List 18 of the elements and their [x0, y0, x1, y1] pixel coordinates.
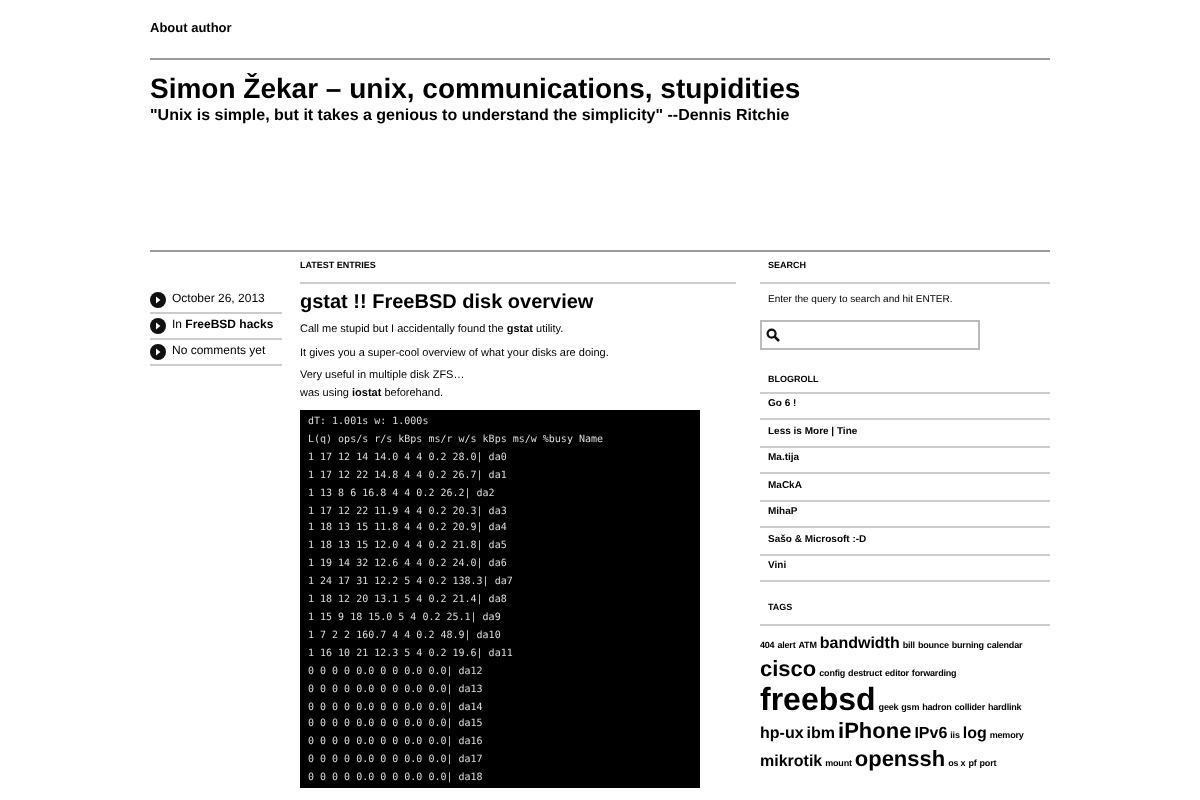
tag-link[interactable]: iPhone: [838, 720, 912, 746]
tag-link[interactable]: ibm: [806, 720, 836, 746]
tag-link[interactable]: freebsd: [760, 686, 876, 718]
site-title: Simon Žekar – unix, communications, stupidities: [150, 70, 803, 106]
tag-link[interactable]: hp-ux: [760, 720, 804, 746]
search-icon: [766, 327, 780, 341]
tag-link[interactable]: bandwidth: [819, 630, 900, 656]
tag-link[interactable]: IPv6: [914, 720, 948, 746]
arrow-circle-icon: [150, 344, 166, 360]
site-tagline: "Unix is simple, but it takes a genious to understand the simplicity" --Dennis Ritchie: [150, 106, 792, 126]
arrow-circle-icon: [150, 292, 166, 308]
tag-link[interactable]: log: [962, 720, 987, 746]
post-title[interactable]: gstat !! FreeBSD disk overview: [300, 290, 736, 316]
tag-link[interactable]: openssh: [854, 748, 946, 774]
tag-link[interactable]: mikrotik: [760, 748, 823, 774]
arrow-circle-icon: [150, 318, 166, 334]
tag-link[interactable]: cisco: [760, 658, 817, 684]
search-field[interactable]: [760, 319, 980, 349]
